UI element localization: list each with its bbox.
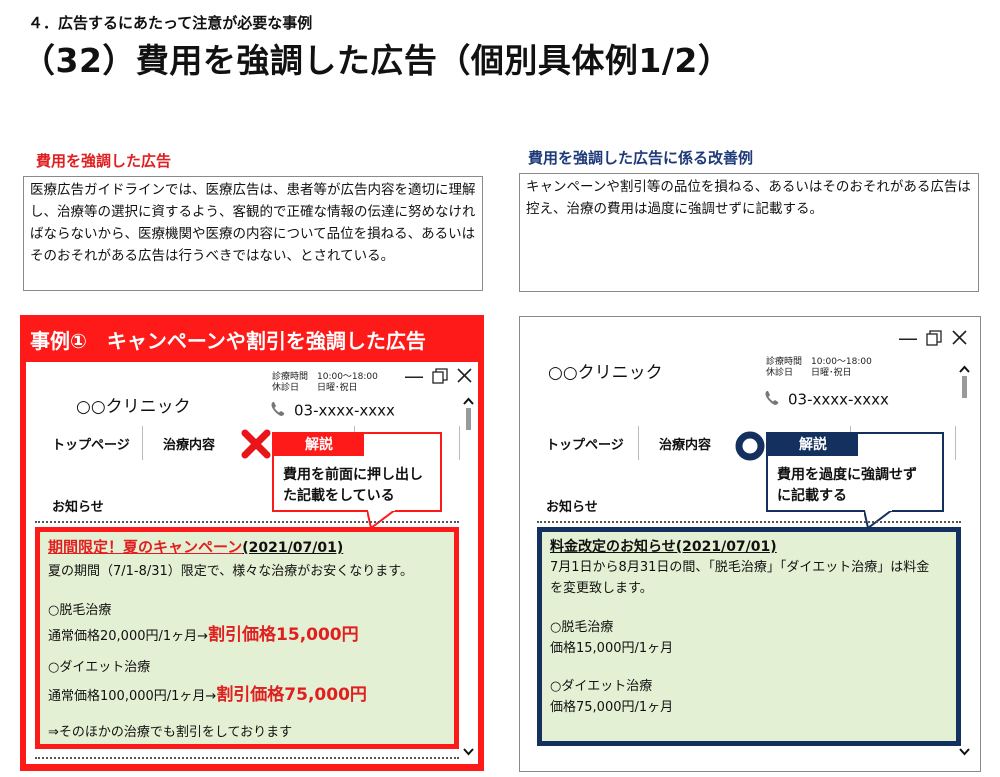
- clinic-name: ○○クリニック: [548, 363, 663, 383]
- nav-separator: [142, 426, 143, 460]
- minimize-icon[interactable]: —: [404, 366, 424, 386]
- circle-mark-icon: [734, 430, 766, 466]
- section-heading: ４．広告するにあたって注意が必要な事例: [28, 14, 313, 32]
- nav-top-page[interactable]: トップページ: [546, 434, 624, 453]
- discount-price: 割引価格15,000円: [208, 625, 359, 645]
- right-callout-line2: に記載する: [777, 488, 847, 504]
- close-icon[interactable]: [952, 330, 967, 349]
- left-news-content: 期間限定！夏のキャンペーン(2021/07/01) 夏の期間（7/1-8/31）…: [35, 527, 459, 749]
- news-intro: 夏の期間（7/1-8/31）限定で、様々な治療がお安くなります。: [48, 564, 413, 579]
- nav-top-page[interactable]: トップページ: [52, 434, 130, 453]
- discount-price: 割引価格75,000円: [216, 685, 367, 705]
- news-date: (2021/07/01): [242, 540, 344, 556]
- nav-separator: [459, 426, 460, 460]
- nav-separator: [955, 426, 956, 460]
- phone-number: 03-xxxx-xxxx: [788, 390, 889, 409]
- left-callout-tag: 解説: [274, 434, 364, 456]
- clinic-name: ○○クリニック: [76, 397, 191, 417]
- news-item1-price: 価格15,000円/1ヶ月: [550, 641, 674, 656]
- news-item2: ○ダイエット治療: [550, 679, 653, 694]
- divider: [35, 521, 459, 523]
- left-example-banner: 事例① キャンペーンや割引を強調した広告: [30, 329, 426, 353]
- news-title-row: 期間限定！夏のキャンペーン(2021/07/01): [48, 536, 343, 557]
- close-icon[interactable]: [457, 368, 472, 387]
- right-news-content: 料金改定のお知らせ(2021/07/01) 7月1日から8月31日の間、「脱毛治…: [537, 527, 961, 746]
- clinic-phone: 03-xxxx-xxxx: [764, 390, 889, 410]
- maximize-icon[interactable]: [432, 368, 448, 388]
- news-item1: ○脱毛治療: [550, 620, 614, 635]
- news-item2: ○ダイエット治療: [48, 660, 151, 675]
- nav-separator: [638, 426, 639, 460]
- scroll-thumb[interactable]: [466, 408, 471, 430]
- divider: [35, 757, 459, 759]
- clinic-hours: 診療時間 10:00～18:00: [766, 357, 872, 367]
- nav-treatment[interactable]: 治療内容: [659, 434, 711, 453]
- left-description: 医療広告ガイドラインでは、医療広告は、患者等が広告内容を適切に理解し、治療等の選…: [23, 176, 483, 291]
- nav-treatment[interactable]: 治療内容: [163, 434, 215, 453]
- phone-number: 03-xxxx-xxxx: [294, 401, 395, 420]
- news-label: お知らせ: [546, 500, 598, 515]
- scroll-up-icon[interactable]: [959, 362, 970, 377]
- phone-icon: [764, 390, 780, 410]
- clinic-phone: 03-xxxx-xxxx: [270, 401, 395, 421]
- cross-mark-icon: [240, 428, 272, 464]
- news-footer: ⇒そのほかの治療でも割引をしております: [48, 725, 293, 740]
- regular-price: 通常価格20,000円/1ヶ月→: [48, 629, 209, 644]
- right-callout-tag: 解説: [768, 434, 858, 456]
- left-subhead: 費用を強調した広告: [36, 152, 172, 170]
- news-item2-price: 通常価格100,000円/1ヶ月→割引価格75,000円: [48, 680, 367, 705]
- right-callout-line1: 費用を過度に強調せず: [777, 467, 917, 483]
- clinic-holidays: 休診日 日曜･祝日: [272, 383, 358, 393]
- regular-price: 通常価格100,000円/1ヶ月→: [48, 689, 217, 704]
- news-item1-price: 通常価格20,000円/1ヶ月→割引価格15,000円: [48, 620, 359, 645]
- clinic-hours: 診療時間 10:00～18:00: [272, 372, 378, 382]
- news-title: 料金改定のお知らせ(2021/07/01): [550, 539, 777, 555]
- right-description: キャンペーンや割引等の品位を損ねる、あるいはそのおそれがある広告は控え、治療の費…: [519, 173, 979, 292]
- divider: [537, 521, 961, 523]
- news-item2-price: 価格75,000円/1ヶ月: [550, 700, 674, 715]
- news-line2: を変更致します。: [550, 581, 653, 596]
- minimize-icon[interactable]: —: [898, 328, 918, 348]
- right-subhead: 費用を強調した広告に係る改善例: [528, 149, 754, 167]
- news-line1: 7月1日から8月31日の間、「脱毛治療」「ダイエット治療」は料金: [550, 560, 930, 575]
- maximize-icon[interactable]: [926, 330, 942, 350]
- page-title: （32）費用を強調した広告（個別具体例1/2）: [22, 41, 732, 80]
- scroll-thumb[interactable]: [962, 376, 967, 398]
- clinic-holidays: 休診日 日曜･祝日: [766, 368, 852, 378]
- scroll-up-icon[interactable]: [463, 394, 474, 409]
- news-title: 期間限定！夏のキャンペーン: [48, 538, 243, 556]
- scroll-down-icon[interactable]: [463, 745, 474, 760]
- left-callout-line2: た記載をしている: [283, 488, 395, 504]
- scroll-down-icon[interactable]: [959, 745, 970, 760]
- news-item1: ○脱毛治療: [48, 603, 112, 618]
- left-callout-line1: 費用を前面に押し出し: [283, 467, 423, 483]
- news-label: お知らせ: [52, 500, 104, 515]
- phone-icon: [270, 401, 286, 421]
